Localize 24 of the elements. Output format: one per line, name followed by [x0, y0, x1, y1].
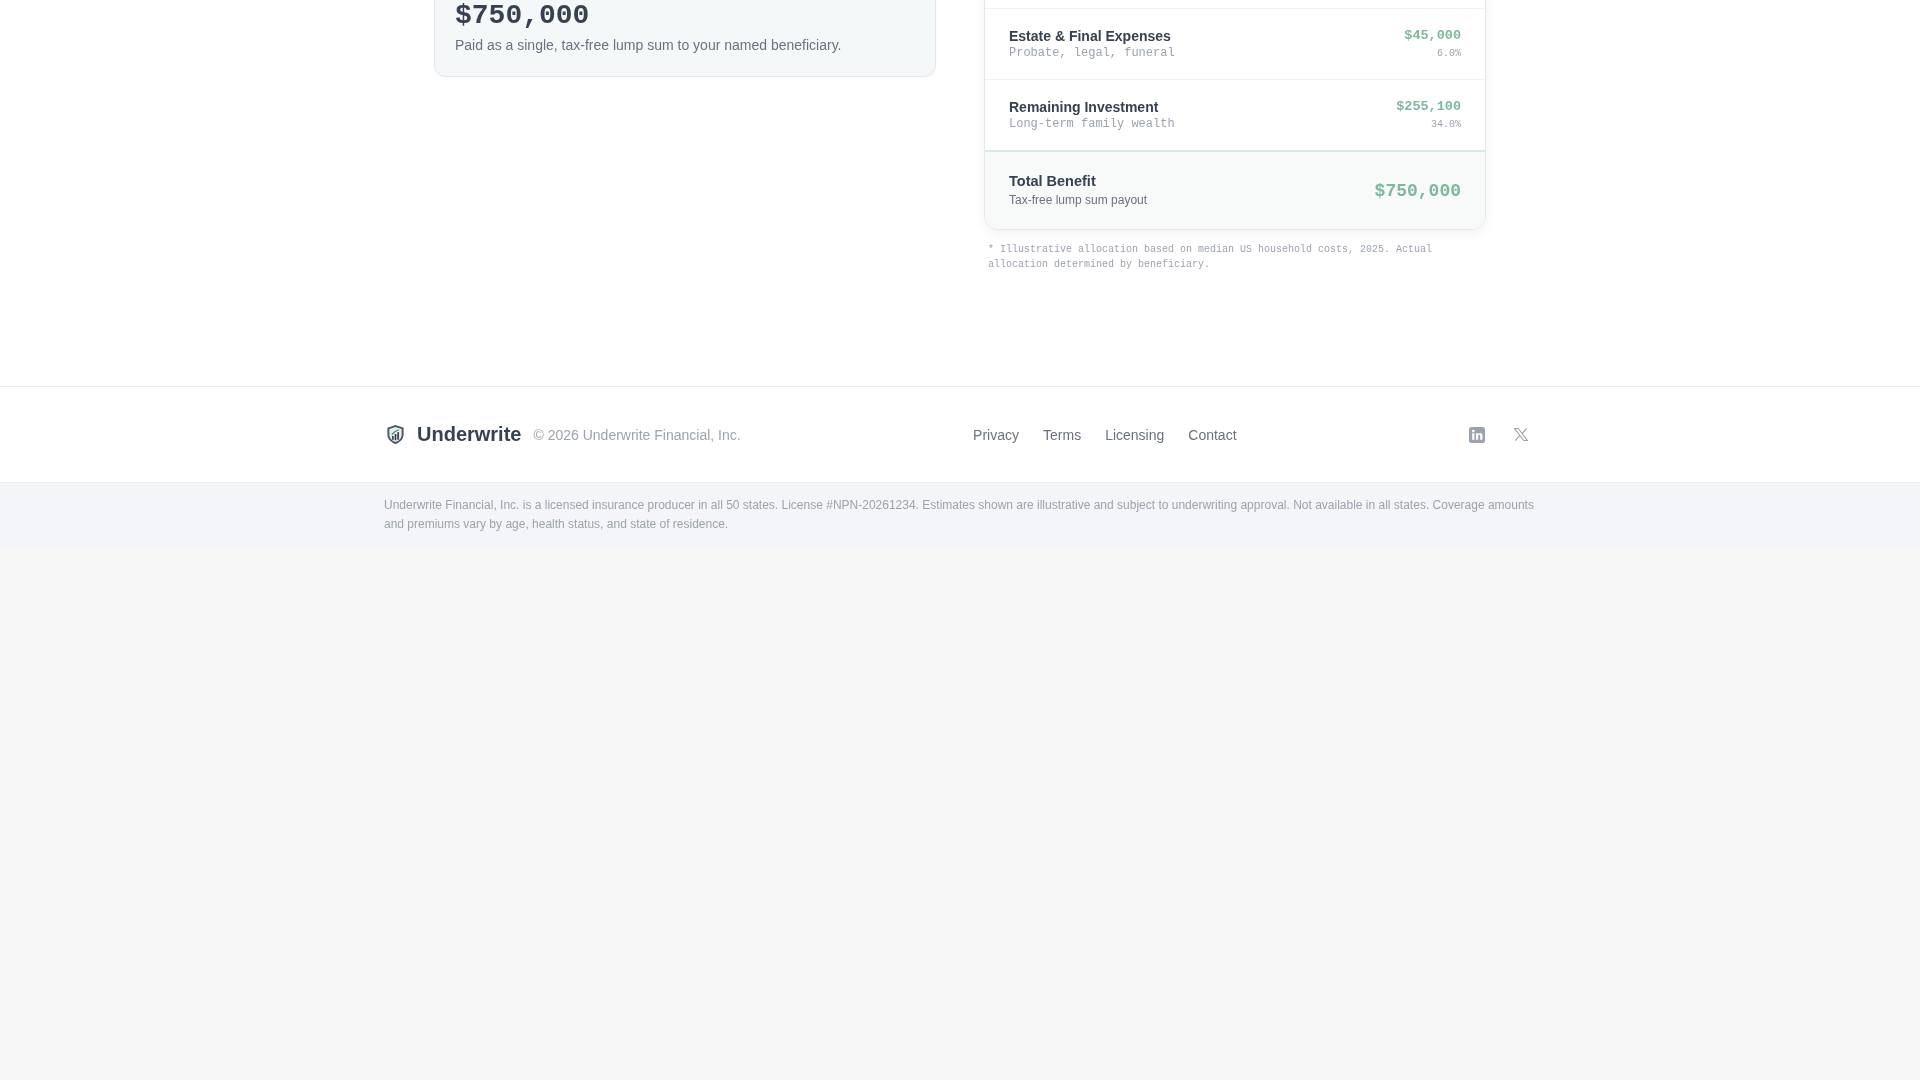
- x-logo-icon[interactable]: [1514, 428, 1528, 441]
- linkedin-icon[interactable]: [1469, 426, 1485, 443]
- allocation-note: Probate, legal, funeral: [1009, 45, 1175, 62]
- total-amount: $750,000: [1374, 180, 1461, 203]
- allocation-amount: $255,100: [1396, 98, 1461, 116]
- total-note: Tax-free lump sum payout: [1009, 192, 1148, 209]
- disclaimer-text: Underwrite Financial, Inc. is a licensed insurance producer in all 50 states. License #NPN-20261234. Estimates shown are illustrative and subject to underwriting approval. Not available in all states. Coverage amounts and premiums vary by age, health status, and state of residence.: [384, 497, 1535, 533]
- footer-link[interactable]: Contact: [1188, 426, 1237, 443]
- shield-icon: [386, 424, 405, 445]
- allocation-amount: $45,000: [1404, 27, 1461, 45]
- footer-link[interactable]: Terms: [1043, 426, 1082, 443]
- allocation-share: 34.0%: [1431, 118, 1461, 132]
- allocation-footnote: * Illustrative allocation based on median US household costs, 2025. Actual allocation determined by beneficiary.: [987, 243, 1434, 272]
- allocation-note: Long-term family wealth: [1009, 116, 1175, 133]
- allocation-label: Estate & Final Expenses: [1009, 27, 1171, 45]
- total-label: Total Benefit: [1009, 172, 1096, 191]
- brand-name: Underwrite: [417, 423, 522, 446]
- copyright-text: © 2026 Underwrite Financial, Inc.: [533, 426, 741, 443]
- allocation-share: 6.0%: [1437, 47, 1461, 61]
- allocation-label: Remaining Investment: [1009, 98, 1159, 116]
- coverage-amount: $750,000: [455, 1, 590, 30]
- coverage-description: Paid as a single, tax-free lump sum to your named beneficiary.: [455, 36, 842, 55]
- footer-link[interactable]: Privacy: [973, 426, 1019, 443]
- footer-link[interactable]: Licensing: [1105, 426, 1165, 443]
